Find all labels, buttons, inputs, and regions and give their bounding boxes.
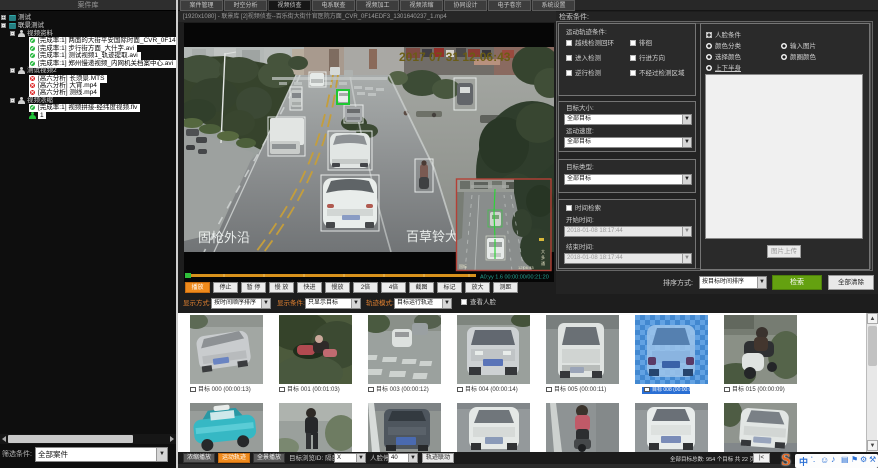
svg-text:百草铃大: 百草铃大 (406, 229, 458, 244)
svg-text:12:06:43: 12:06:43 (518, 265, 534, 270)
svg-text:大: 大 (541, 248, 545, 254)
svg-text:国标: 国标 (459, 263, 467, 269)
svg-text:通: 通 (541, 260, 545, 266)
svg-text:A0:yy 1.6 00:00:00/00:21:20: A0:yy 1.6 00:00:00/00:21:20 (480, 275, 549, 281)
svg-text:多: 多 (541, 254, 545, 260)
svg-text:2017 07 31 12:06:43: 2017 07 31 12:06:43 (399, 50, 511, 64)
svg-text:固枪外沿: 固枪外沿 (198, 230, 250, 245)
